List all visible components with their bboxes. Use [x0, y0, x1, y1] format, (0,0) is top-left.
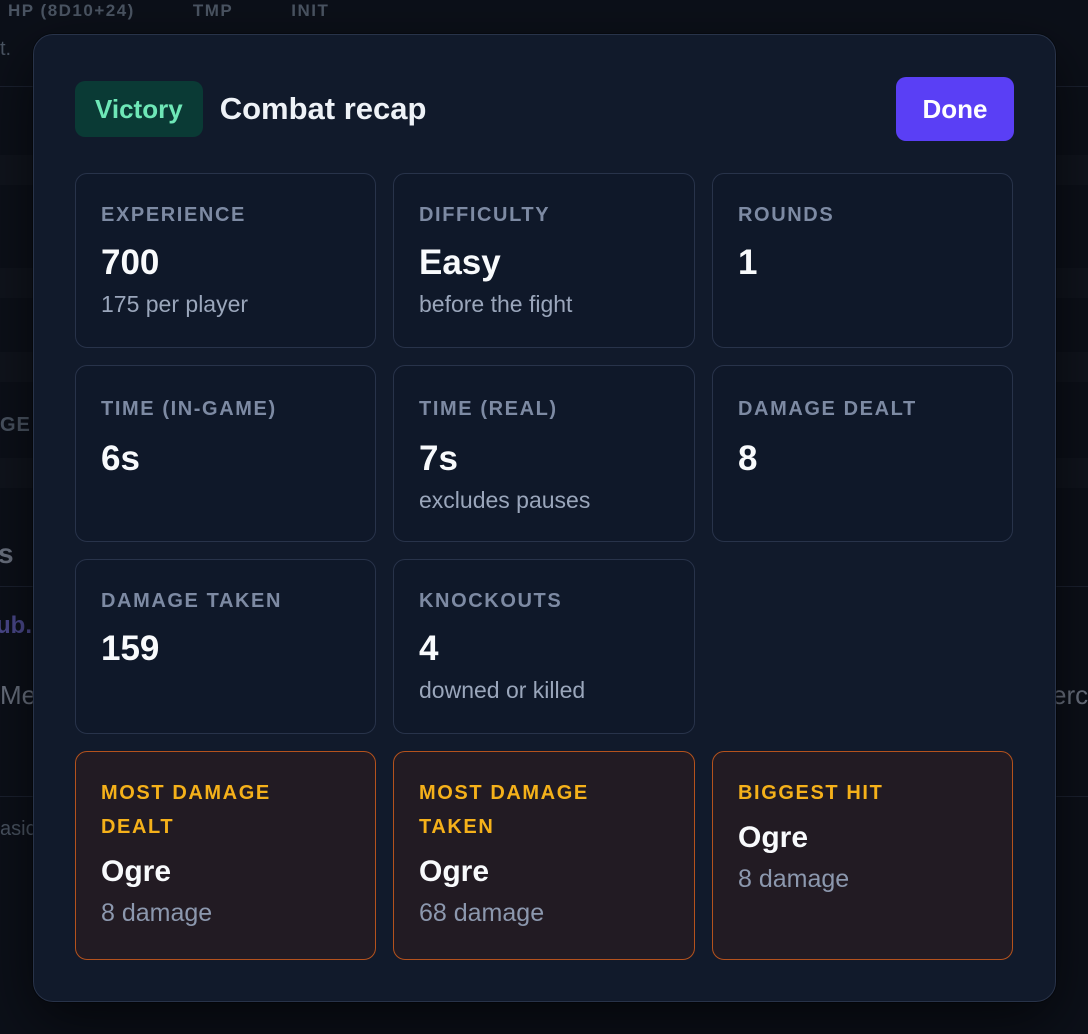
stat-label: KNOCKOUTS	[419, 590, 563, 612]
background-text: t.	[0, 38, 12, 60]
stat-card-experience: EXPERIENCE 700 175 per player	[75, 173, 376, 348]
combat-recap-dialog: Victory Combat recap Done EXPERIENCE 700…	[33, 34, 1056, 1002]
stat-value: 6s	[101, 439, 140, 478]
stat-card-damage-taken: DAMAGE TAKEN 159	[75, 559, 376, 734]
background-column-init: INIT	[291, 1, 330, 20]
done-button[interactable]: Done	[896, 77, 1014, 141]
stat-value: 4	[419, 629, 439, 668]
highlight-value: Ogre	[419, 855, 490, 888]
stat-card-knockouts: KNOCKOUTS 4 downed or killed	[393, 559, 695, 734]
stat-value: 159	[101, 629, 160, 668]
stats-grid: EXPERIENCE 700 175 per player DIFFICULTY…	[75, 173, 1013, 960]
stat-value: 1	[738, 243, 758, 282]
stat-subtext: 175 per player	[101, 291, 249, 317]
stat-subtext: excludes pauses	[419, 487, 591, 513]
highlight-label: MOST DAMAGE TAKEN	[419, 782, 589, 838]
stat-subtext: before the fight	[419, 291, 573, 317]
background-table-header: HP (8D10+24) TMP INIT	[0, 0, 329, 22]
stat-card-time-real: TIME (REAL) 7s excludes pauses	[393, 365, 695, 542]
highlight-subtext: 68 damage	[419, 899, 545, 927]
background-column-tmp: TMP	[192, 1, 234, 20]
stat-card-damage-dealt: DAMAGE DEALT 8	[712, 365, 1013, 542]
stat-value: Easy	[419, 243, 501, 282]
dialog-header: Victory Combat recap Done	[75, 77, 1014, 141]
highlight-subtext: 8 damage	[101, 899, 213, 927]
stat-card-time-in-game: TIME (IN-GAME) 6s	[75, 365, 376, 542]
highlight-label: BIGGEST HIT	[738, 782, 884, 804]
background-column-hp: HP (8D10+24)	[8, 1, 135, 20]
stat-label: ROUNDS	[738, 204, 835, 226]
highlight-subtext: 8 damage	[738, 865, 850, 893]
stat-label: DAMAGE DEALT	[738, 398, 917, 420]
highlight-card-most-damage-dealt: MOST DAMAGE DEALT Ogre 8 damage	[75, 751, 376, 960]
stat-label: TIME (REAL)	[419, 398, 558, 420]
victory-badge: Victory	[75, 81, 203, 137]
stat-value: 7s	[419, 439, 458, 478]
background-text: GE	[0, 414, 31, 436]
background-link: ub.	[0, 612, 32, 639]
stat-label: EXPERIENCE	[101, 204, 246, 226]
stat-value: 8	[738, 439, 758, 478]
highlight-value: Ogre	[101, 855, 172, 888]
stat-subtext: downed or killed	[419, 677, 586, 703]
stat-label: TIME (IN-GAME)	[101, 398, 277, 420]
highlight-card-biggest-hit: BIGGEST HIT Ogre 8 damage	[712, 751, 1013, 960]
grid-empty-cell	[712, 559, 1013, 734]
highlight-value: Ogre	[738, 821, 809, 854]
highlight-label: MOST DAMAGE DEALT	[101, 782, 271, 838]
stat-card-rounds: ROUNDS 1	[712, 173, 1013, 348]
highlight-card-most-damage-taken: MOST DAMAGE TAKEN Ogre 68 damage	[393, 751, 695, 960]
stat-label: DAMAGE TAKEN	[101, 590, 283, 612]
background-text: s	[0, 538, 14, 569]
dialog-title: Combat recap	[219, 91, 427, 126]
stat-label: DIFFICULTY	[419, 204, 551, 226]
background-text: erc	[1052, 680, 1088, 710]
stat-value: 700	[101, 243, 160, 282]
stat-card-difficulty: DIFFICULTY Easy before the fight	[393, 173, 695, 348]
background-text: Me	[0, 680, 37, 710]
background-text: asic	[0, 818, 36, 840]
